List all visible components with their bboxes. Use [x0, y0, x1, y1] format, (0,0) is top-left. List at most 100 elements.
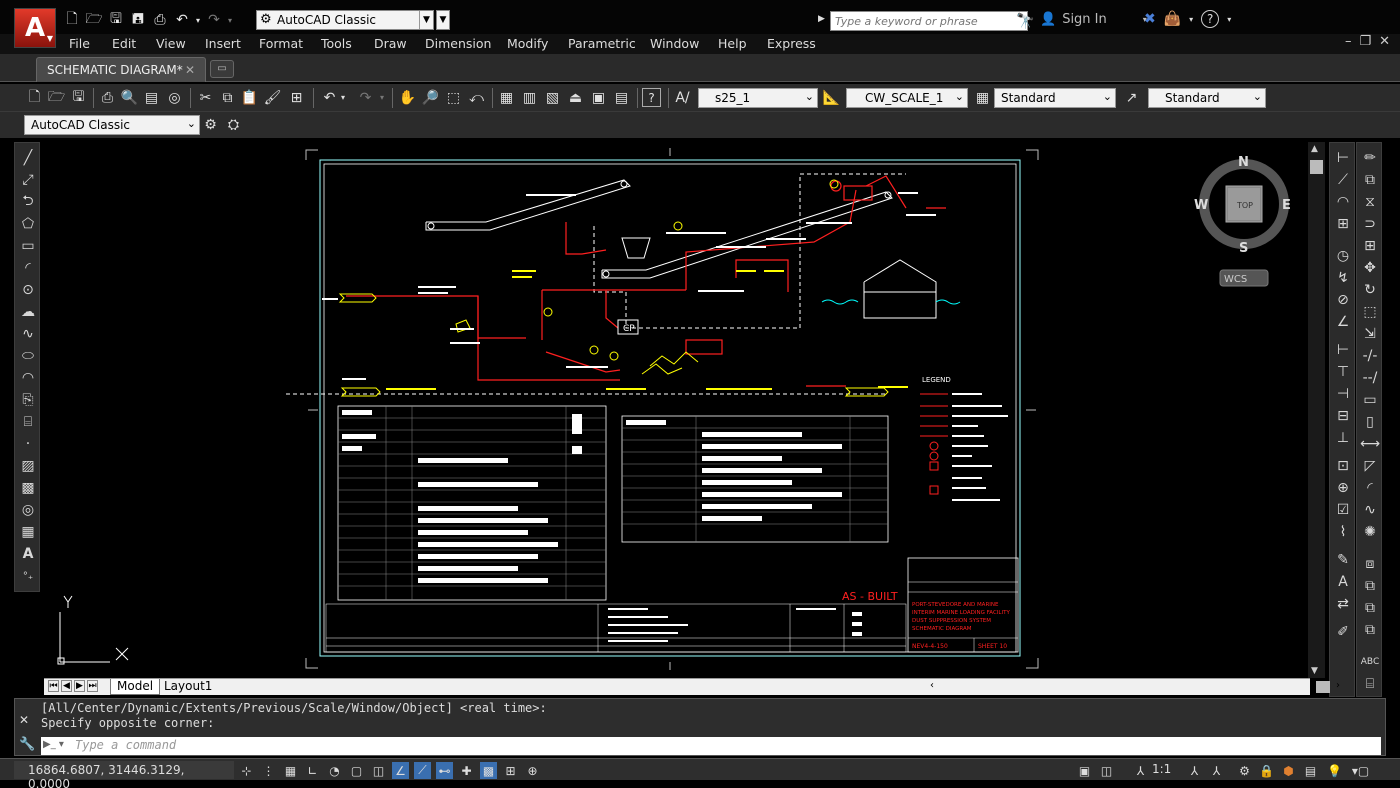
angular-icon[interactable]: ∠ — [1334, 313, 1352, 331]
table-icon[interactable]: ▦ — [19, 523, 37, 541]
circle-icon[interactable]: ⊙ — [19, 281, 37, 299]
menu-edit[interactable]: Edit — [112, 36, 136, 51]
qat-customize-button[interactable]: ▼ — [436, 10, 450, 30]
prev-layout-icon[interactable]: ◀ — [61, 680, 72, 692]
transparency-icon[interactable]: ▩ — [480, 762, 497, 779]
spline-icon[interactable]: ∿ — [19, 325, 37, 343]
redo-icon[interactable]: ↷ — [204, 10, 224, 30]
hardware-acceleration-icon[interactable]: ⬢ — [1280, 762, 1297, 779]
annotation-scale-icon[interactable]: ⅄ — [1132, 762, 1149, 779]
jogged-linear-icon[interactable]: ⌇ — [1334, 523, 1352, 541]
multileader-style-icon[interactable]: ↗ — [1122, 88, 1141, 107]
break-at-point-icon[interactable]: ▭ — [1361, 391, 1379, 409]
abc-spell-icon[interactable]: ABC — [1361, 653, 1379, 671]
rotate-icon[interactable]: ↻ — [1361, 281, 1379, 299]
undo-dropdown-icon[interactable]: ▾ — [194, 10, 202, 30]
match-properties-icon[interactable]: 🖌 — [263, 88, 282, 107]
open-folder-icon[interactable]: 🗁 — [47, 88, 66, 107]
scale-icon[interactable]: ⬚ — [1361, 303, 1379, 321]
wcs-menu-label[interactable]: WCS — [1224, 274, 1247, 285]
baseline-icon[interactable]: ⊤ — [1334, 363, 1352, 381]
construction-line-icon[interactable]: ⤢ — [19, 171, 37, 189]
menu-insert[interactable]: Insert — [205, 36, 241, 51]
explode-icon[interactable]: ✺ — [1361, 523, 1379, 541]
viewcube-top-label[interactable]: TOP — [1236, 201, 1253, 210]
inspect-icon[interactable]: ☑ — [1334, 501, 1352, 519]
menu-dimension[interactable]: Dimension — [425, 36, 491, 51]
break-icon[interactable]: ⊥ — [1334, 429, 1352, 447]
polyline-icon[interactable]: ⮌ — [19, 193, 37, 211]
horizontal-scrollbar[interactable]: ‹ › — [924, 680, 1344, 693]
coordinates-display[interactable]: 16864.6807, 31446.3129, 0.0000 — [14, 761, 234, 788]
text-style-select[interactable]: s25_1 ⌄ — [698, 88, 818, 108]
save-workspace-icon[interactable]: ⛭ — [224, 115, 243, 134]
menu-view[interactable]: View — [156, 36, 186, 51]
isolate-objects-icon[interactable]: ▤ — [1302, 762, 1319, 779]
quick-view-layouts-icon[interactable]: ◫ — [1098, 762, 1115, 779]
redo-dropdown-icon[interactable]: ▾ — [226, 10, 234, 30]
markup-icon[interactable]: ▣ — [589, 88, 608, 107]
print-icon[interactable]: ⎙ — [98, 88, 117, 107]
draw-order-icon[interactable]: ⧈ — [1361, 555, 1379, 573]
ellipse-icon[interactable]: ⬭ — [19, 347, 37, 365]
extend-icon[interactable]: --/ — [1361, 369, 1379, 387]
ordinate-icon[interactable]: ⊞ — [1334, 215, 1352, 233]
point-icon[interactable]: · — [19, 435, 37, 453]
polygon-icon[interactable]: ⬠ — [19, 215, 37, 233]
binoculars-icon[interactable]: 🔭 — [1016, 12, 1035, 30]
selection-cycling-icon[interactable]: ⊕ — [524, 762, 541, 779]
chevron-down-icon[interactable]: ▾ — [378, 88, 386, 107]
menu-window[interactable]: Window — [650, 36, 699, 51]
rectangle-icon[interactable]: ▭ — [19, 237, 37, 255]
bring-above-icon[interactable]: ⧉ — [1361, 621, 1379, 639]
clean-screen-icon[interactable]: ▾▢ — [1352, 762, 1369, 779]
snap-mode-icon[interactable]: ⋮ — [260, 762, 277, 779]
scroll-thumb[interactable] — [1310, 160, 1323, 174]
chamfer-icon[interactable]: ◸ — [1361, 457, 1379, 475]
auto-scale-icon[interactable]: ⅄ — [1208, 762, 1225, 779]
lock-ui-icon[interactable]: 🔒 — [1258, 762, 1275, 779]
line-icon[interactable]: ╱ — [19, 149, 37, 167]
zoom-previous-icon[interactable]: ⤺ — [467, 88, 486, 107]
bring-front-icon[interactable]: ⧉ — [1361, 577, 1379, 595]
join-icon[interactable]: ⟷ — [1360, 435, 1380, 453]
save-icon[interactable]: 🖫 — [106, 10, 126, 30]
dimension-style-icon[interactable]: 📐 — [822, 88, 841, 107]
restore-icon[interactable]: ❐ — [1359, 34, 1371, 49]
table-style-icon[interactable]: ▦ — [973, 88, 992, 107]
next-layout-icon[interactable]: ▶ — [74, 680, 85, 692]
break-object-icon[interactable]: ▯ — [1361, 413, 1379, 431]
dimension-edit-icon[interactable]: ✎ — [1334, 551, 1352, 569]
center-mark-icon[interactable]: ⊕ — [1334, 479, 1352, 497]
workspace-combo[interactable]: AutoCAD Classic ⌄ — [24, 115, 200, 135]
blend-curves-icon[interactable]: ∿ — [1361, 501, 1379, 519]
mirror-icon[interactable]: ⧖ — [1361, 193, 1379, 211]
infer-constraints-icon[interactable]: ⊹ — [238, 762, 255, 779]
revision-cloud-icon[interactable]: ☁ — [19, 303, 37, 321]
calculator-icon[interactable]: ▤ — [612, 88, 631, 107]
menu-parametric[interactable]: Parametric — [568, 36, 636, 51]
menu-file[interactable]: File — [69, 36, 90, 51]
scroll-up-icon[interactable]: ▲ — [1311, 144, 1318, 154]
vertical-scrollbar[interactable]: ▲ ▼ — [1308, 142, 1325, 678]
aligned-dimension-icon[interactable]: ⟋ — [1334, 171, 1352, 189]
annotation-visibility-icon[interactable]: ⅄ — [1186, 762, 1203, 779]
add-selected-icon[interactable]: °₊ — [19, 567, 37, 585]
dynamic-input-icon[interactable]: ⊷ — [436, 762, 453, 779]
erase-icon[interactable]: ✏ — [1361, 149, 1379, 167]
undo-icon[interactable]: ↶ — [172, 10, 192, 30]
arc-length-icon[interactable]: ◠ — [1334, 193, 1352, 211]
close-icon[interactable]: ✕ — [19, 713, 29, 727]
print-icon[interactable]: ⎙ — [150, 10, 170, 30]
scroll-thumb[interactable] — [1316, 681, 1330, 693]
object-snap-icon[interactable]: ▢ — [348, 762, 365, 779]
chevron-down-icon[interactable]: ▾ — [339, 88, 347, 107]
polar-tracking-icon[interactable]: ◔ — [326, 762, 343, 779]
menu-express[interactable]: Express — [767, 36, 816, 51]
copy-icon[interactable]: ⧉ — [218, 88, 237, 107]
lineweight-icon[interactable]: ✚ — [458, 762, 475, 779]
paste-icon[interactable]: 📋 — [240, 88, 259, 107]
wrench-icon[interactable]: 🔧 — [19, 737, 35, 752]
drawing-viewport[interactable]: CP LEGEND AS - BUILT PORT-STEVEDORE AND … — [46, 142, 1308, 678]
dynamic-ucs-icon[interactable]: ⟋ — [414, 762, 431, 779]
